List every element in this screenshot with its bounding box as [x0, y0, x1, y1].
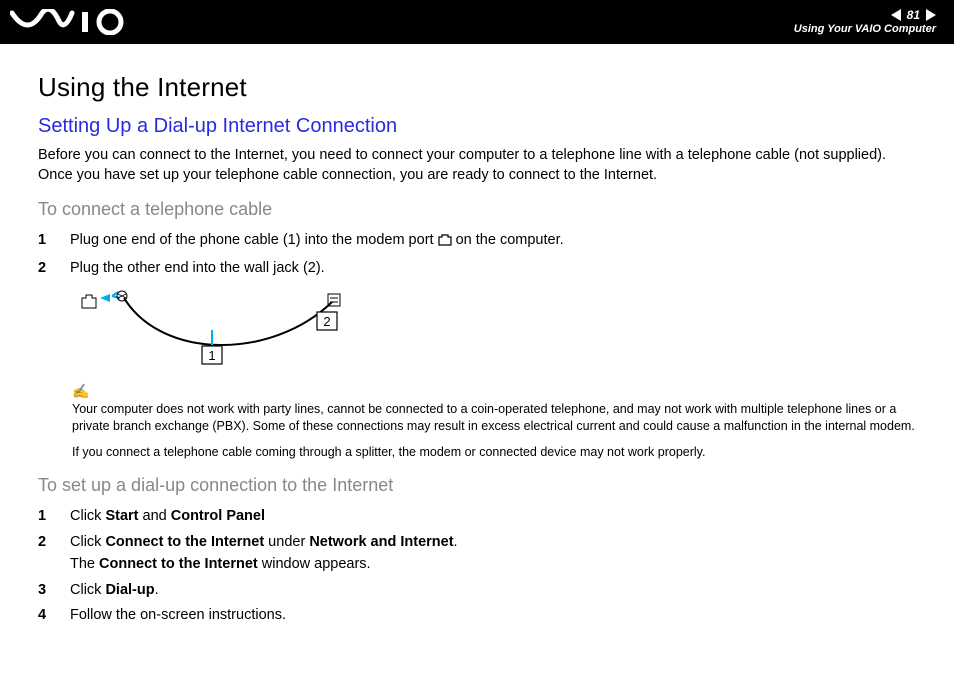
subsection-heading: To connect a telephone cable: [38, 199, 916, 220]
diagram-label-1: 1: [208, 348, 215, 363]
step-item: 3 Click Dial-up.: [38, 580, 916, 602]
step-text: Plug one end of the phone cable (1) into…: [70, 230, 916, 254]
page-navigator: 81: [794, 8, 936, 22]
step-item: 4 Follow the on-screen instructions.: [38, 605, 916, 627]
header-right: 81 Using Your VAIO Computer: [794, 8, 936, 36]
note-block: ✍ Your computer does not work with party…: [72, 383, 916, 462]
step-item: 1 Plug one end of the phone cable (1) in…: [38, 230, 916, 254]
step-text: Click Connect to the Internet under Netw…: [70, 532, 916, 576]
page-title: Using the Internet: [38, 72, 916, 103]
page-header: 81 Using Your VAIO Computer: [0, 0, 954, 44]
intro-paragraph: Before you can connect to the Internet, …: [38, 146, 916, 185]
note-text: If you connect a telephone cable coming …: [72, 444, 916, 461]
section-heading: Setting Up a Dial-up Internet Connection: [38, 115, 916, 138]
step-text: Follow the on-screen instructions.: [70, 605, 916, 627]
note-icon: ✍: [72, 383, 916, 400]
step-item: 2 Plug the other end into the wall jack …: [38, 258, 916, 280]
diagram-label-2: 2: [323, 314, 330, 329]
step-number: 2: [38, 258, 52, 280]
step-number: 2: [38, 532, 52, 576]
step-text: Plug the other end into the wall jack (2…: [70, 258, 916, 280]
breadcrumb: Using Your VAIO Computer: [794, 23, 936, 36]
step-number: 1: [38, 506, 52, 528]
prev-page-arrow-icon[interactable]: [891, 9, 901, 21]
page-number: 81: [907, 8, 920, 22]
subsection-heading: To set up a dial-up connection to the In…: [38, 475, 916, 496]
step-text: Click Start and Control Panel: [70, 506, 916, 528]
steps-dialup-setup: 1 Click Start and Control Panel 2 Click …: [38, 506, 916, 627]
note-text: Your computer does not work with party l…: [72, 401, 916, 435]
step-number: 4: [38, 605, 52, 627]
step-item: 2 Click Connect to the Internet under Ne…: [38, 532, 916, 576]
step-text: Click Dial-up.: [70, 580, 916, 602]
next-page-arrow-icon[interactable]: [926, 9, 936, 21]
vaio-logo: [10, 9, 130, 35]
steps-connect-cable: 1 Plug one end of the phone cable (1) in…: [38, 230, 916, 280]
page-content: Using the Internet Setting Up a Dial-up …: [0, 44, 954, 647]
step-item: 1 Click Start and Control Panel: [38, 506, 916, 528]
cable-diagram: 1 2: [72, 290, 916, 375]
modem-port-icon: [438, 232, 452, 254]
step-number: 1: [38, 230, 52, 254]
step-number: 3: [38, 580, 52, 602]
